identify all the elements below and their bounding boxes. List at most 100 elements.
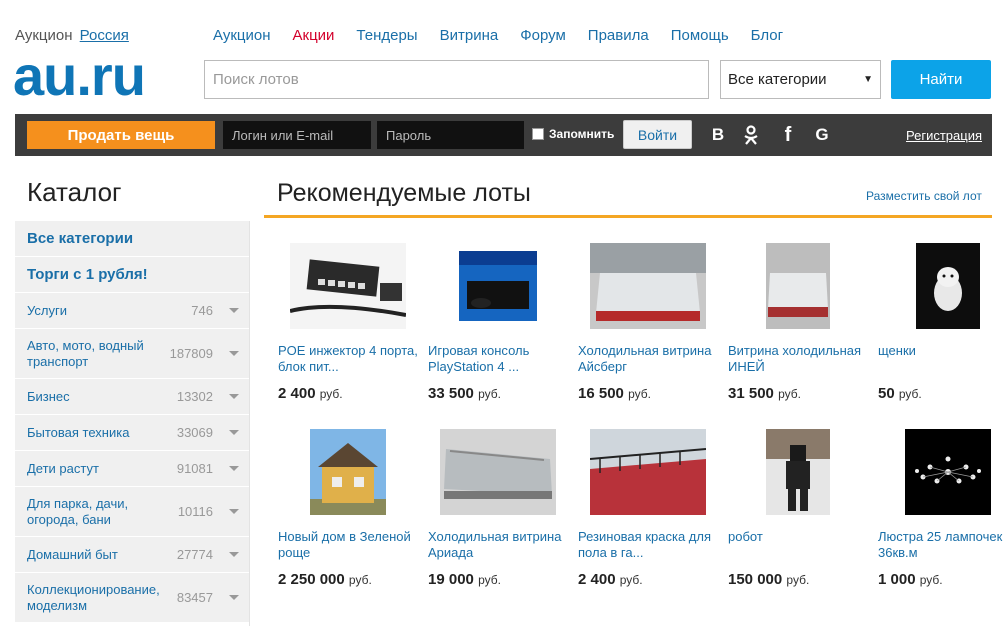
- sidebar-item-count: 27774: [176, 547, 213, 562]
- login-field[interactable]: [223, 121, 371, 149]
- lot-name[interactable]: Люстра 25 лампочек 36кв.м: [878, 529, 1008, 561]
- sidebar-item-count: 83457: [176, 590, 213, 605]
- lot-price: 16 500 руб.: [578, 385, 651, 402]
- lot-card[interactable]: Резиновая краска для пола в га... 2 400 …: [578, 429, 718, 588]
- title-underline: [264, 215, 992, 218]
- catalog-sidebar: Все категории Торги с 1 рубля! Услуги 74…: [15, 221, 249, 623]
- red-floor-photo[interactable]: [590, 429, 706, 515]
- nav-tenders[interactable]: Тендеры: [356, 27, 417, 44]
- sidebar-item-one-ruble[interactable]: Торги с 1 рубля!: [15, 257, 249, 293]
- odnoklassniki-icon[interactable]: [739, 123, 763, 147]
- recommended-title: Рекомендуемые лоты: [277, 179, 531, 207]
- sidebar-item-services[interactable]: Услуги 746: [15, 293, 249, 329]
- lot-price: 2 400 руб.: [278, 385, 343, 402]
- lot-name[interactable]: Холодильная витрина Ариада: [428, 529, 568, 561]
- sidebar-item-count: 746: [191, 303, 213, 318]
- sidebar-item-label: Торги с 1 рубля!: [27, 266, 148, 283]
- puppy-photo[interactable]: [916, 243, 980, 329]
- house-photo[interactable]: [310, 429, 386, 515]
- region-link[interactable]: Россия: [80, 27, 129, 44]
- sidebar-item-label: Бизнес: [27, 388, 70, 404]
- password-field[interactable]: [377, 121, 524, 149]
- nav-auction[interactable]: Аукцион: [213, 27, 271, 44]
- sidebar-item-label: Домашний быт: [27, 546, 118, 562]
- category-select[interactable]: Все категории ▼: [720, 60, 881, 99]
- chevron-down-icon[interactable]: [229, 509, 239, 514]
- lot-name[interactable]: Резиновая краска для пола в га...: [578, 529, 718, 561]
- sell-item-button[interactable]: Продать вещь: [27, 121, 215, 149]
- network-switch-photo[interactable]: [290, 243, 406, 329]
- sidebar-item-label: Бытовая техника: [27, 424, 130, 440]
- sidebar-item-label: Для парка, дачи, огорода, бани: [27, 495, 129, 527]
- region-prefix: Аукцион: [15, 27, 73, 44]
- lot-name[interactable]: Новый дом в Зеленой роще: [278, 529, 418, 561]
- sidebar-item-label: Коллекционирование, моделизм: [27, 581, 160, 613]
- chevron-down-icon[interactable]: [229, 595, 239, 600]
- ps4-box-photo[interactable]: [455, 243, 541, 329]
- vk-icon[interactable]: В: [706, 123, 730, 147]
- google-icon[interactable]: G: [810, 123, 834, 147]
- chevron-down-icon[interactable]: [229, 351, 239, 356]
- lot-card[interactable]: робот 150 000 руб.: [728, 429, 868, 588]
- lot-name[interactable]: POE инжектор 4 порта, блок пит...: [278, 343, 418, 375]
- fridge-showcase-photo[interactable]: [440, 429, 556, 515]
- chandelier-photo[interactable]: [905, 429, 991, 515]
- lot-card[interactable]: Новый дом в Зеленой роще 2 250 000 руб.: [278, 429, 418, 588]
- sidebar-item-count: 187809: [169, 346, 213, 361]
- site-logo[interactable]: au.ru: [13, 46, 146, 106]
- lot-name[interactable]: щенки: [878, 343, 1008, 375]
- lot-name[interactable]: Игровая консоль PlayStation 4 ...: [428, 343, 568, 375]
- lot-name[interactable]: Холодильная витрина Айсберг: [578, 343, 718, 375]
- lot-card[interactable]: Холодильная витрина Ариада 19 000 руб.: [428, 429, 568, 588]
- robot-photo[interactable]: [766, 429, 830, 515]
- nav-promotions[interactable]: Акции: [293, 27, 335, 44]
- sidebar-item-all[interactable]: Все категории: [15, 221, 249, 257]
- place-lot-link[interactable]: Разместить свой лот: [866, 189, 982, 203]
- nav-showcase[interactable]: Витрина: [440, 27, 499, 44]
- lot-price: 19 000 руб.: [428, 571, 501, 588]
- odnoklassniki-glyph: [744, 125, 758, 145]
- login-button[interactable]: Войти: [623, 120, 692, 149]
- nav-rules[interactable]: Правила: [588, 27, 649, 44]
- lot-name[interactable]: Витрина холодильная ИНЕЙ: [728, 343, 868, 375]
- lot-card[interactable]: Люстра 25 лампочек 36кв.м 1 000 руб.: [878, 429, 1008, 588]
- register-link[interactable]: Регистрация: [906, 128, 982, 143]
- chevron-down-icon[interactable]: [229, 466, 239, 471]
- sidebar-item-count: 13302: [176, 389, 213, 404]
- lot-card[interactable]: Игровая консоль PlayStation 4 ... 33 500…: [428, 243, 568, 402]
- nav-help[interactable]: Помощь: [671, 27, 729, 44]
- lot-card[interactable]: щенки 50 руб.: [878, 243, 1008, 402]
- nav-blog[interactable]: Блог: [751, 27, 783, 44]
- sidebar-item-business[interactable]: Бизнес 13302: [15, 379, 249, 415]
- sidebar-item-household[interactable]: Домашний быт 27774: [15, 537, 249, 573]
- lot-card[interactable]: POE инжектор 4 порта, блок пит... 2 400 …: [278, 243, 418, 402]
- chevron-down-icon[interactable]: [229, 552, 239, 557]
- chevron-down-icon[interactable]: [229, 394, 239, 399]
- sidebar-item-appliances[interactable]: Бытовая техника 33069: [15, 415, 249, 451]
- fridge-showcase-photo[interactable]: [590, 243, 706, 329]
- lot-price: 2 250 000 руб.: [278, 571, 372, 588]
- search-button[interactable]: Найти: [891, 60, 991, 99]
- sidebar-item-label: Услуги: [27, 302, 67, 318]
- search-input[interactable]: [204, 60, 709, 99]
- lot-card[interactable]: Холодильная витрина Айсберг 16 500 руб.: [578, 243, 718, 402]
- lot-price: 150 000 руб.: [728, 571, 810, 588]
- chevron-down-icon[interactable]: [229, 308, 239, 313]
- remember-me[interactable]: Запомнить: [532, 127, 614, 141]
- facebook-icon[interactable]: f: [776, 123, 800, 147]
- lot-card[interactable]: Витрина холодильная ИНЕЙ 31 500 руб.: [728, 243, 868, 402]
- remember-checkbox[interactable]: [532, 128, 544, 140]
- sidebar-item-kids[interactable]: Дети растут 91081: [15, 451, 249, 487]
- chevron-down-icon[interactable]: [229, 430, 239, 435]
- nav-forum[interactable]: Форум: [520, 27, 566, 44]
- sidebar-item-collecting[interactable]: Коллекционирование, моделизм 83457: [15, 573, 249, 623]
- fridge-showcase-photo[interactable]: [766, 243, 830, 329]
- lot-price: 2 400 руб.: [578, 571, 643, 588]
- sidebar-item-label: Авто, мото, водный транспорт: [27, 337, 144, 369]
- category-select-value: Все категории: [728, 71, 827, 88]
- lot-price: 31 500 руб.: [728, 385, 801, 402]
- sidebar-item-label: Все категории: [27, 230, 134, 247]
- sidebar-item-auto[interactable]: Авто, мото, водный транспорт 187809: [15, 329, 249, 379]
- sidebar-item-garden[interactable]: Для парка, дачи, огорода, бани 10116: [15, 487, 249, 537]
- lot-name[interactable]: робот: [728, 529, 868, 561]
